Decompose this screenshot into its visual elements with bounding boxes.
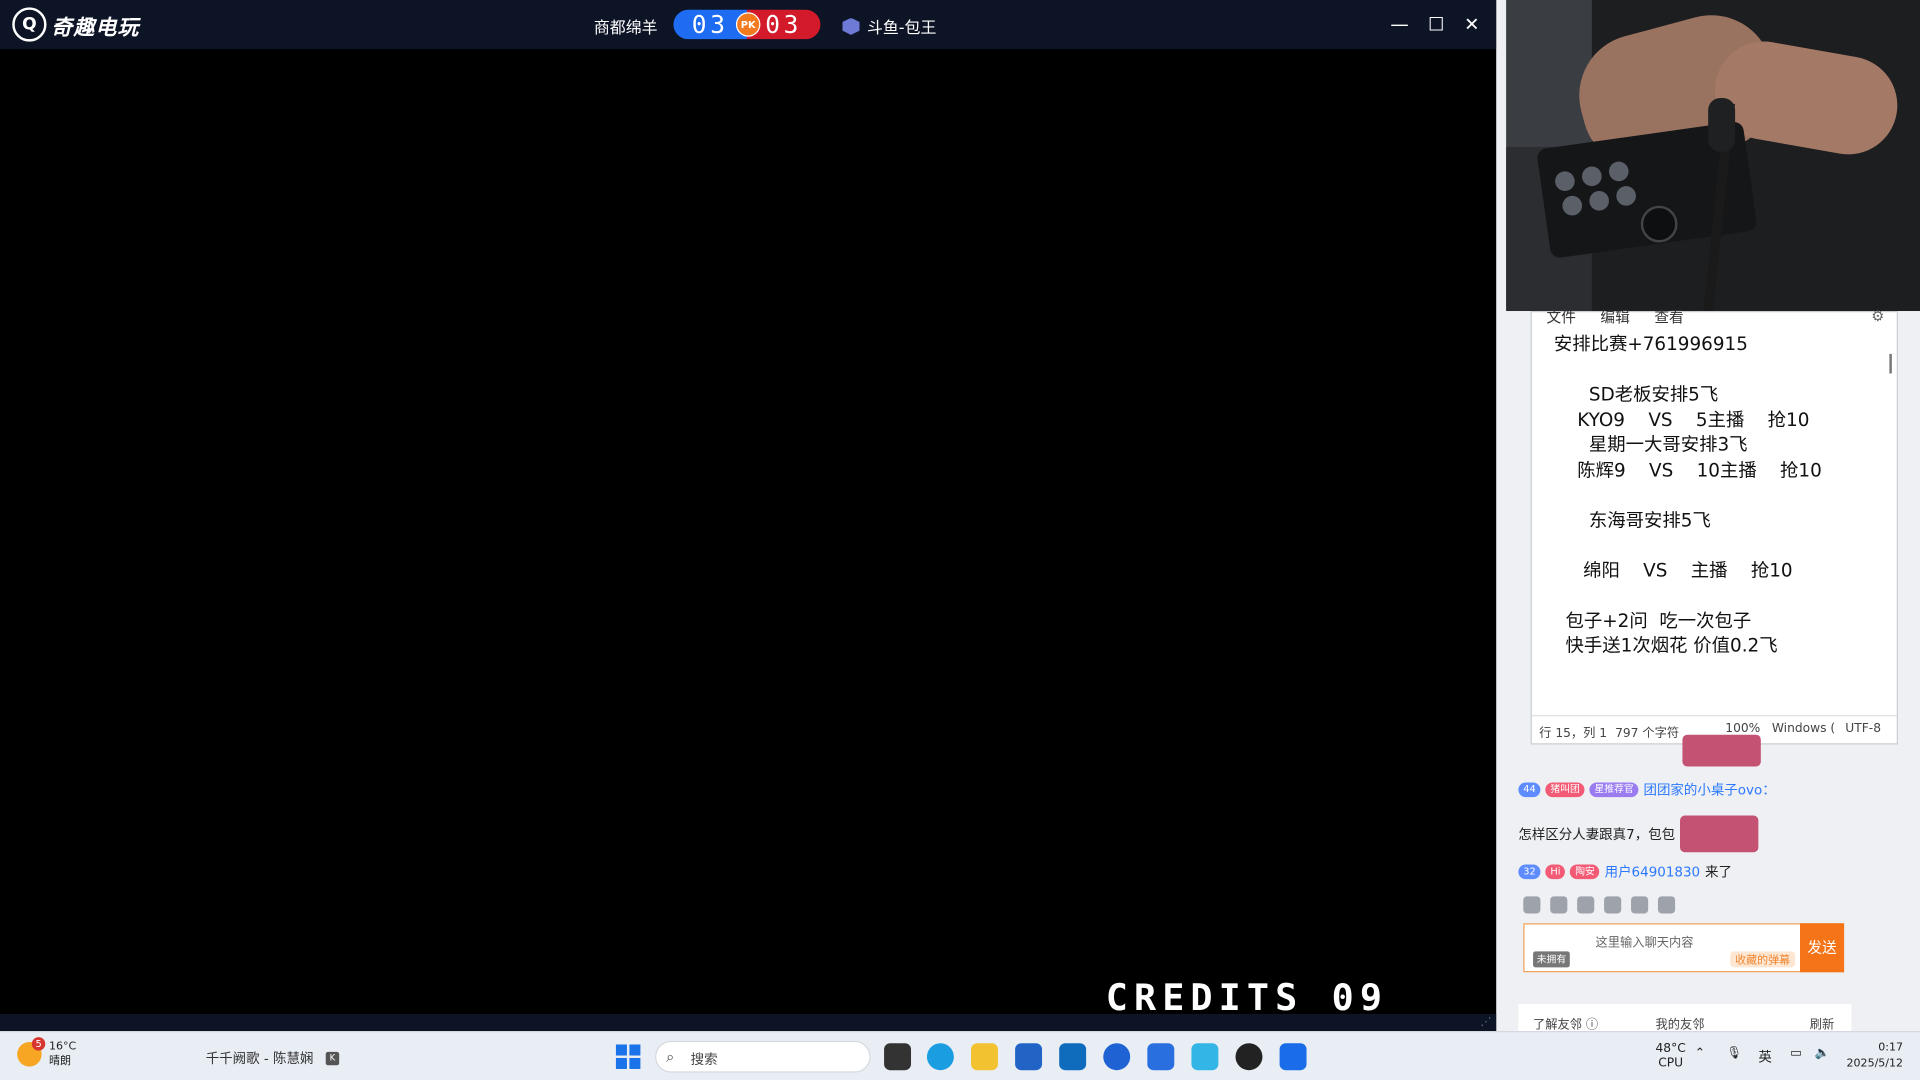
k-app-icon[interactable] xyxy=(1103,1043,1131,1071)
now-playing: 千千阙歌 - 陈慧娴 xyxy=(205,1050,314,1067)
collected-barrage-button[interactable]: 收藏的弹幕 xyxy=(1730,951,1796,968)
game-window[interactable]: Q 奇趣电玩 商都绵羊 03 03 PK 斗鱼-包王 — ☐ ✕ CREDITS… xyxy=(0,0,1497,1032)
refresh-button[interactable]: 刷新 xyxy=(1810,1014,1834,1032)
gift-icon[interactable] xyxy=(1604,896,1622,914)
notepad-menubar: 文件 编辑 查看 xyxy=(1547,306,1684,327)
scoreboard: 03 03 PK xyxy=(673,9,821,40)
megaphone-icon[interactable] xyxy=(1550,896,1568,914)
hi-badge: Hi xyxy=(1545,864,1566,880)
chat-message[interactable]: 32 Hi 陶安 用户64901830 来了 xyxy=(1518,862,1732,882)
notification-count: 5 xyxy=(31,1037,46,1051)
obs-icon[interactable] xyxy=(1235,1043,1263,1071)
clock-time: 0:17 xyxy=(1878,1042,1904,1055)
notepad-icon[interactable] xyxy=(1191,1043,1219,1071)
cpu-temp-widget[interactable]: 48°C CPU xyxy=(1656,1042,1686,1071)
notepad-window[interactable]: 文件 编辑 查看 ⚙ 安排比赛+761996915 SD老板安排5飞 KYO9 … xyxy=(1530,307,1898,745)
outlook-icon[interactable] xyxy=(1059,1043,1087,1071)
role-badge: 星推荐官 xyxy=(1589,782,1639,798)
chat-text: 来了 xyxy=(1705,864,1732,881)
crown-icon[interactable] xyxy=(1577,896,1595,914)
chat-toolbar xyxy=(1523,896,1676,914)
friends-bar: 了解友邻 ⓘ 我的友邻 刷新 xyxy=(1518,1004,1852,1032)
player2: 斗鱼-包王 xyxy=(842,15,936,38)
resize-grip-icon[interactable]: ⋰ xyxy=(1480,1016,1491,1028)
store-icon[interactable] xyxy=(1015,1043,1043,1071)
file-explorer-icon[interactable] xyxy=(971,1043,998,1071)
clock[interactable]: 0:17 2025/5/12 xyxy=(1847,1041,1904,1073)
player1-name: 商都绵羊 xyxy=(593,19,658,38)
taskbar-search[interactable]: ⌕ 搜索 xyxy=(655,1040,871,1073)
send-button[interactable]: 发送 xyxy=(1800,923,1845,973)
player2-name: 斗鱼-包王 xyxy=(866,19,937,38)
chat-username[interactable]: 用户64901830 xyxy=(1605,862,1701,882)
minimize-button[interactable]: — xyxy=(1387,12,1411,36)
menu-edit[interactable]: 编辑 xyxy=(1600,306,1629,327)
edge-icon[interactable] xyxy=(926,1043,954,1071)
network-icon[interactable]: ▭ xyxy=(1790,1047,1802,1060)
taskview-icon[interactable] xyxy=(884,1043,912,1071)
chat-input-box[interactable]: 未拥有 这里输入聊天内容 收藏的弹幕 xyxy=(1523,923,1845,973)
chat-input-placeholder[interactable]: 这里输入聊天内容 xyxy=(1596,932,1694,950)
volume-icon[interactable]: 🔈 xyxy=(1815,1047,1830,1060)
menu-view[interactable]: 查看 xyxy=(1654,306,1683,327)
chat-message[interactable]: 44 猪叫团 星推荐官 团团家的小桌子ovo： xyxy=(1518,780,1776,800)
chat-username[interactable]: 团团家的小桌子ovo： xyxy=(1643,780,1775,800)
fan-badge: 猪叫团 xyxy=(1545,782,1585,798)
gift-image xyxy=(1680,815,1759,853)
maximize-button[interactable]: ☐ xyxy=(1424,12,1448,36)
weather-widget[interactable]: 5 16°C 晴朗 xyxy=(17,1037,77,1069)
gift-image xyxy=(1682,734,1761,767)
search-icon: ⌕ xyxy=(666,1048,675,1066)
start-button[interactable] xyxy=(615,1044,641,1069)
game-statusbar: ⋰ xyxy=(0,1013,1497,1032)
game-titlebar[interactable]: Q 奇趣电玩 商都绵羊 03 03 PK 斗鱼-包王 — ☐ ✕ xyxy=(0,0,1497,49)
sun-icon: 5 xyxy=(17,1037,46,1067)
close-button[interactable]: ✕ xyxy=(1460,12,1484,36)
clock-date: 2025/5/12 xyxy=(1846,1057,1904,1071)
settings-gear-icon[interactable]: ⚙ xyxy=(1871,307,1884,324)
cpu-label: CPU xyxy=(1658,1056,1684,1071)
level-badge: 32 xyxy=(1518,864,1541,880)
logo-icon: Q xyxy=(12,7,47,42)
card-icon[interactable] xyxy=(1631,896,1649,914)
chat-message[interactable]: 怎样区分人妻跟真7，包包 xyxy=(1518,815,1759,853)
chat-list[interactable]: 44 猪叫团 星推荐官 团团家的小桌子ovo： 怎样区分人妻跟真7，包包 32 … xyxy=(1518,734,1851,882)
not-owned-tag: 未拥有 xyxy=(1533,951,1570,968)
weather-desc: 晴朗 xyxy=(48,1055,72,1068)
notepad-text-area[interactable]: 安排比赛+761996915 SD老板安排5飞 KYO9 VS 5主播 抢10 … xyxy=(1554,332,1822,658)
app-logo: Q 奇趣电玩 xyxy=(12,7,140,42)
music-app-icon[interactable]: K xyxy=(325,1051,340,1065)
webcam-feed xyxy=(1506,0,1920,312)
menu-file[interactable]: 文件 xyxy=(1547,306,1576,327)
logo-text: 奇趣电玩 xyxy=(51,15,140,40)
chat-text: 怎样区分人妻跟真7，包包 xyxy=(1518,826,1676,843)
fan-badge: 陶安 xyxy=(1570,864,1600,880)
music-widget[interactable]: 千千阙歌 - 陈慧娴 K xyxy=(205,1048,340,1068)
qiqu-icon[interactable] xyxy=(1279,1043,1307,1071)
weather-temp: 16°C xyxy=(48,1040,77,1054)
pk-badge: PK xyxy=(735,12,761,37)
notepad-scrollbar[interactable] xyxy=(1889,353,1892,374)
search-placeholder: 搜索 xyxy=(690,1051,718,1068)
my-friends-tab[interactable]: 我的友邻 xyxy=(1656,1014,1705,1032)
douyu-icon xyxy=(842,17,860,35)
barrage-style-selector[interactable]: 未拥有 xyxy=(1529,929,1578,968)
chevron-up-icon[interactable]: ⌃ xyxy=(1695,1047,1705,1060)
microphone-icon[interactable]: 🎙 xyxy=(1727,1047,1743,1060)
level-badge: 44 xyxy=(1518,782,1541,798)
bag-icon[interactable] xyxy=(1657,896,1676,914)
cpu-temp: 48°C xyxy=(1655,1042,1686,1056)
taskbar: 5 16°C 晴朗 千千阙歌 - 陈慧娴 K ⌕ 搜索 48°C CPU ⌃ 🎙… xyxy=(0,1031,1920,1080)
feishu-icon[interactable] xyxy=(1147,1043,1175,1071)
ime-indicator[interactable]: 英 xyxy=(1758,1047,1771,1067)
emoji-icon[interactable] xyxy=(1523,896,1541,914)
friends-info-link[interactable]: 了解友邻 ⓘ xyxy=(1533,1014,1598,1032)
